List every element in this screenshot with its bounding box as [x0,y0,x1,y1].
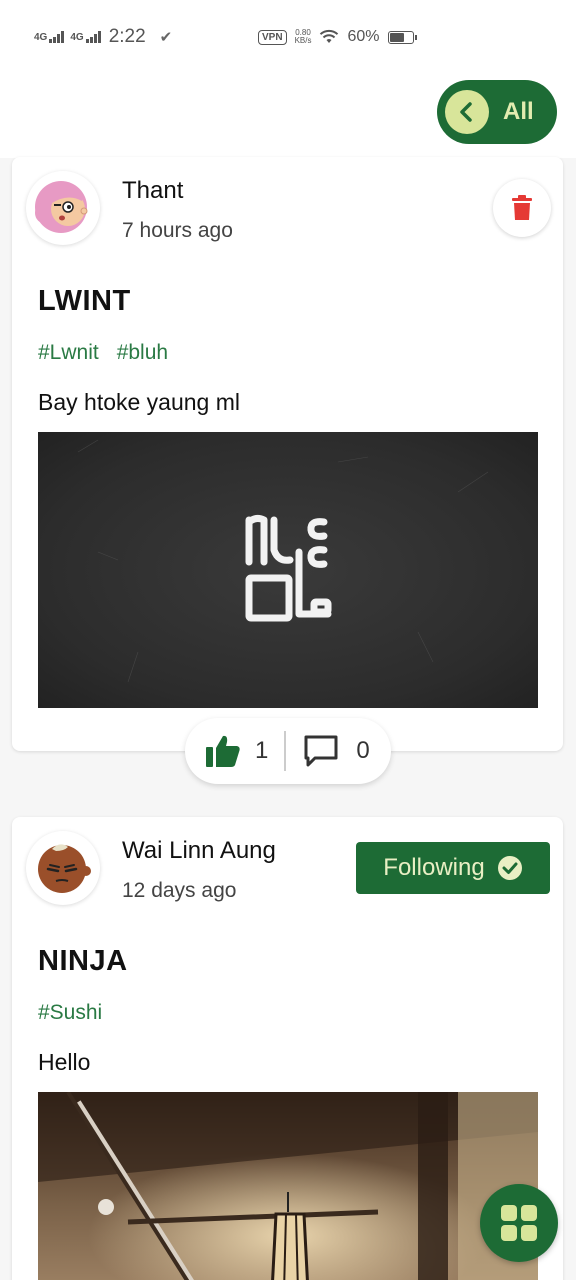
all-filter-button[interactable]: All [437,80,557,144]
tag[interactable]: #bluh [117,341,168,365]
post-title: NINJA [38,945,128,977]
network-speed: 0.80 KB/s [295,29,312,45]
clock: 2:22 [108,26,146,47]
thumbs-up-icon[interactable] [205,734,241,768]
post-tags: #Lwnit #bluh [38,341,168,365]
check-icon: ✔ [159,29,173,46]
speed-unit: KB/s [294,36,312,45]
post-actions: 1 0 [185,718,391,784]
post-title: LWINT [38,285,131,317]
post-image[interactable] [38,1092,538,1280]
wifi-icon [320,29,339,43]
chalk-logo-image [77,439,489,683]
post-body: Bay htoke yaung ml [38,389,241,415]
avatar[interactable] [26,171,100,245]
comment-icon[interactable] [304,735,338,767]
vpn-badge: VPN [258,29,287,45]
like-count: 1 [255,737,269,764]
menu-fab[interactable] [480,1184,558,1262]
trash-icon [512,195,532,220]
grid-icon [501,1205,537,1241]
tag[interactable]: #Sushi [38,1001,102,1025]
lamp-photo-image [38,1092,538,1280]
avatar-illustration [38,844,91,893]
all-filter-label: All [503,98,534,125]
comment-count: 0 [356,737,370,764]
post-author[interactable]: Thant [122,177,183,205]
battery-percent: 60% [347,28,380,45]
signal-icon: 4G [70,31,101,43]
following-label: Following [383,854,485,881]
post-time: 7 hours ago [122,219,233,242]
avatar-illustration [35,181,88,233]
post-body: Hello [38,1049,91,1075]
status-bar: 4G 4G 2:22 ✔ VPN 0.80 KB/s 60% [0,0,576,78]
post-tags: #Sushi [38,1001,102,1025]
status-right: VPN 0.80 KB/s 60% [258,28,417,46]
avatar[interactable] [26,831,100,905]
chevron-left-icon [445,90,489,134]
signal-icon: 4G [34,31,65,43]
post-card: Wai Linn Aung 12 days ago Following NINJ… [12,817,563,1280]
tag[interactable]: #Lwnit [38,341,99,365]
top-bar: All [0,78,576,158]
divider [284,731,287,771]
delete-button[interactable] [493,179,551,237]
post-author[interactable]: Wai Linn Aung [122,837,276,865]
following-button[interactable]: Following [356,842,550,894]
post-card: Thant 7 hours ago LWINT #Lwnit #bluh Bay… [12,157,563,751]
post-image[interactable] [38,432,538,708]
status-left: 4G 4G 2:22 ✔ [34,26,172,48]
post-time: 12 days ago [122,879,237,902]
battery-icon [387,30,417,44]
check-circle-icon [497,856,522,880]
